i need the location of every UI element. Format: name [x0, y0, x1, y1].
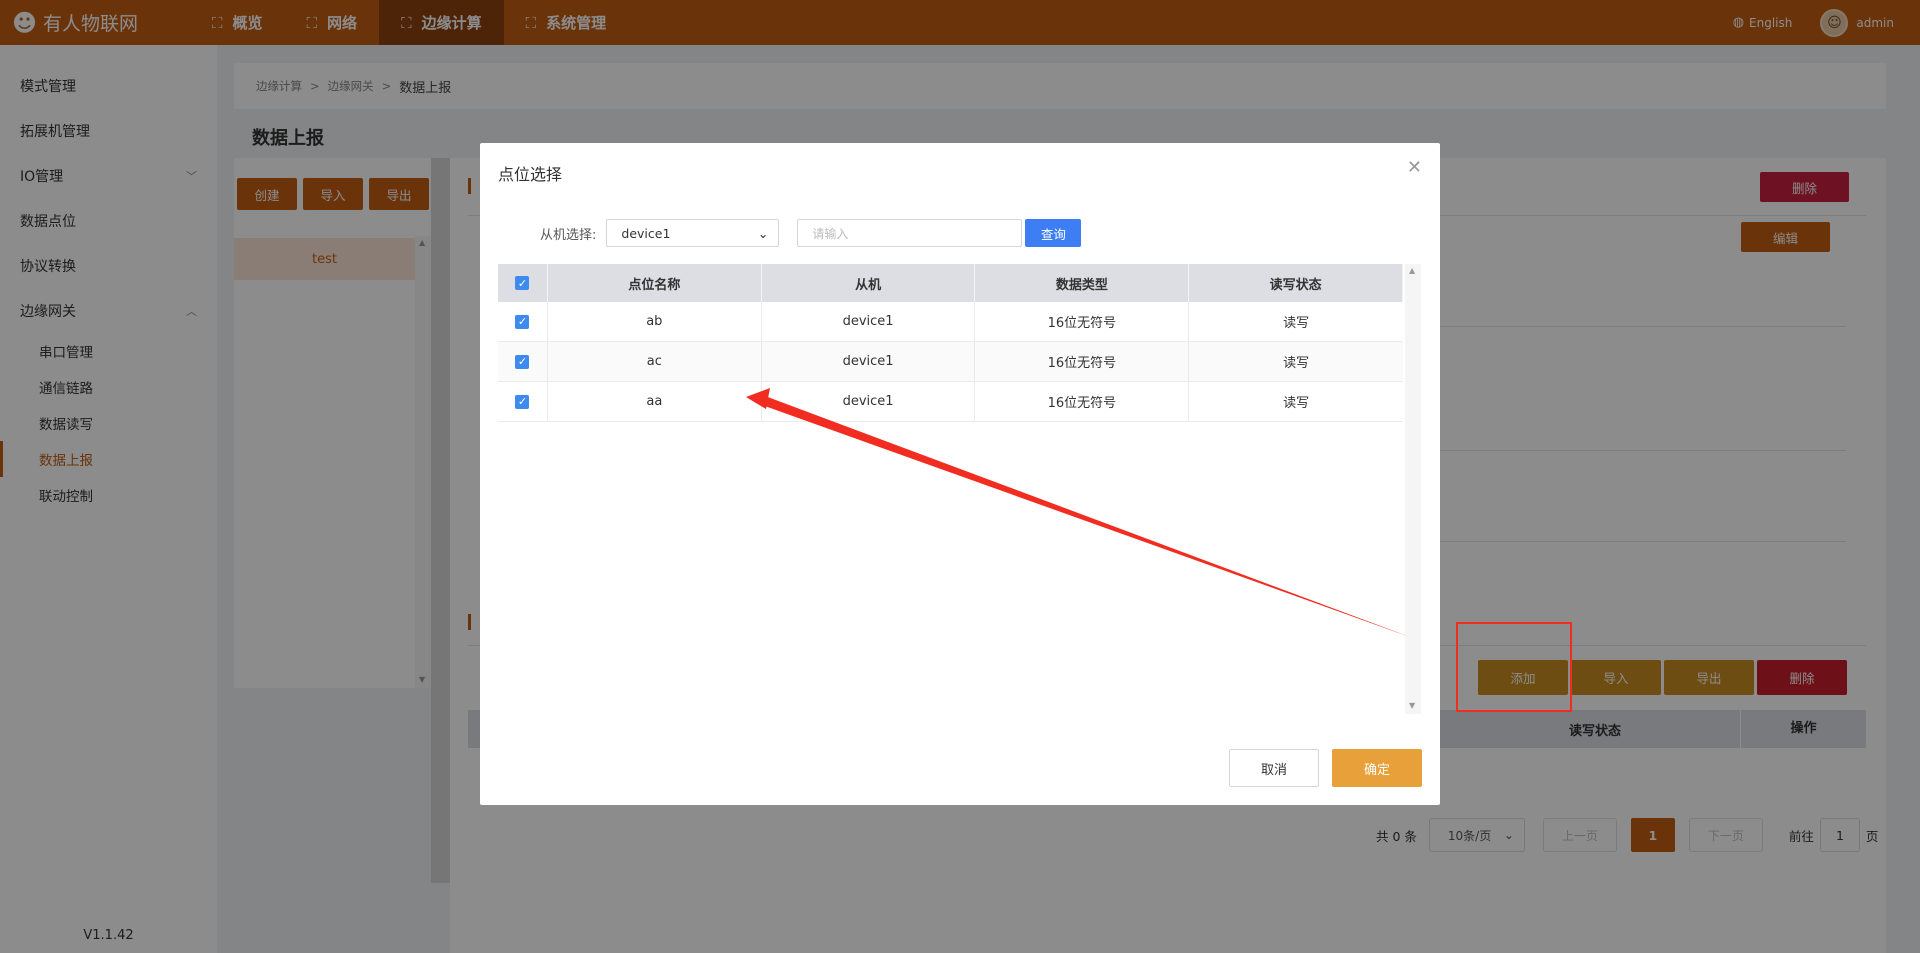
column-header: 从机: [762, 264, 976, 302]
check-icon: ✓: [517, 395, 528, 408]
slave-select-label: 从机选择:: [540, 227, 597, 243]
close-icon[interactable]: ✕: [1407, 157, 1422, 178]
data-type-cell: 16位无符号: [975, 302, 1190, 341]
cancel-button[interactable]: 取消: [1229, 749, 1319, 787]
scroll-down-icon[interactable]: ▼: [1409, 701, 1415, 710]
rw-status-cell: 读写: [1283, 396, 1310, 411]
point-name-cell: ac: [548, 342, 762, 381]
check-icon: ✓: [517, 355, 528, 368]
confirm-button[interactable]: 确定: [1332, 749, 1422, 787]
column-header: 读写状态: [1189, 264, 1404, 302]
column-header: 点位名称: [548, 264, 762, 302]
row-checkbox[interactable]: ✓: [515, 394, 530, 409]
slave-select[interactable]: device1 ⌄: [606, 219, 780, 247]
table-row[interactable]: ✓ ac device1 16位无符号 读写: [498, 342, 1403, 382]
rw-status-cell: 读写: [1283, 316, 1310, 331]
row-checkbox[interactable]: ✓: [515, 314, 530, 329]
slave-cell: device1: [762, 302, 976, 341]
column-header: 数据类型: [975, 264, 1190, 302]
scrollbar[interactable]: ▲ ▼: [1405, 264, 1421, 714]
slave-cell: device1: [762, 342, 976, 381]
slave-cell: device1: [762, 382, 976, 421]
table-row[interactable]: ✓ ab device1 16位无符号 读写: [498, 302, 1403, 342]
row-checkbox[interactable]: ✓: [515, 354, 530, 369]
select-all-checkbox[interactable]: ✓: [515, 276, 530, 290]
query-button[interactable]: 查询: [1025, 219, 1082, 247]
data-type-cell: 16位无符号: [975, 382, 1190, 421]
dialog-title: 点位选择: [498, 165, 563, 184]
point-name-cell: ab: [548, 302, 762, 341]
data-type-cell: 16位无符号: [975, 342, 1190, 381]
table-row[interactable]: ✓ aa device1 16位无符号 读写: [498, 382, 1403, 422]
rw-status-cell: 读写: [1283, 356, 1310, 371]
table-header-row: ✓ 点位名称 从机 数据类型 读写状态: [498, 264, 1404, 302]
check-icon: ✓: [517, 315, 528, 328]
scroll-up-icon[interactable]: ▲: [1409, 266, 1415, 275]
chevron-down-icon: ⌄: [757, 225, 769, 241]
check-icon: ✓: [517, 276, 528, 290]
search-input[interactable]: 请输入: [797, 219, 1023, 247]
point-table: ✓ 点位名称 从机 数据类型 读写状态 ✓ ab device1 16位无符号 …: [498, 264, 1404, 422]
annotation-highlight-box: [1456, 622, 1572, 712]
point-select-dialog: 点位选择 ✕ 从机选择: device1 ⌄ 请输入 查询 ✓ 点位名称 从机 …: [480, 143, 1440, 805]
point-name-cell: aa: [548, 382, 762, 421]
